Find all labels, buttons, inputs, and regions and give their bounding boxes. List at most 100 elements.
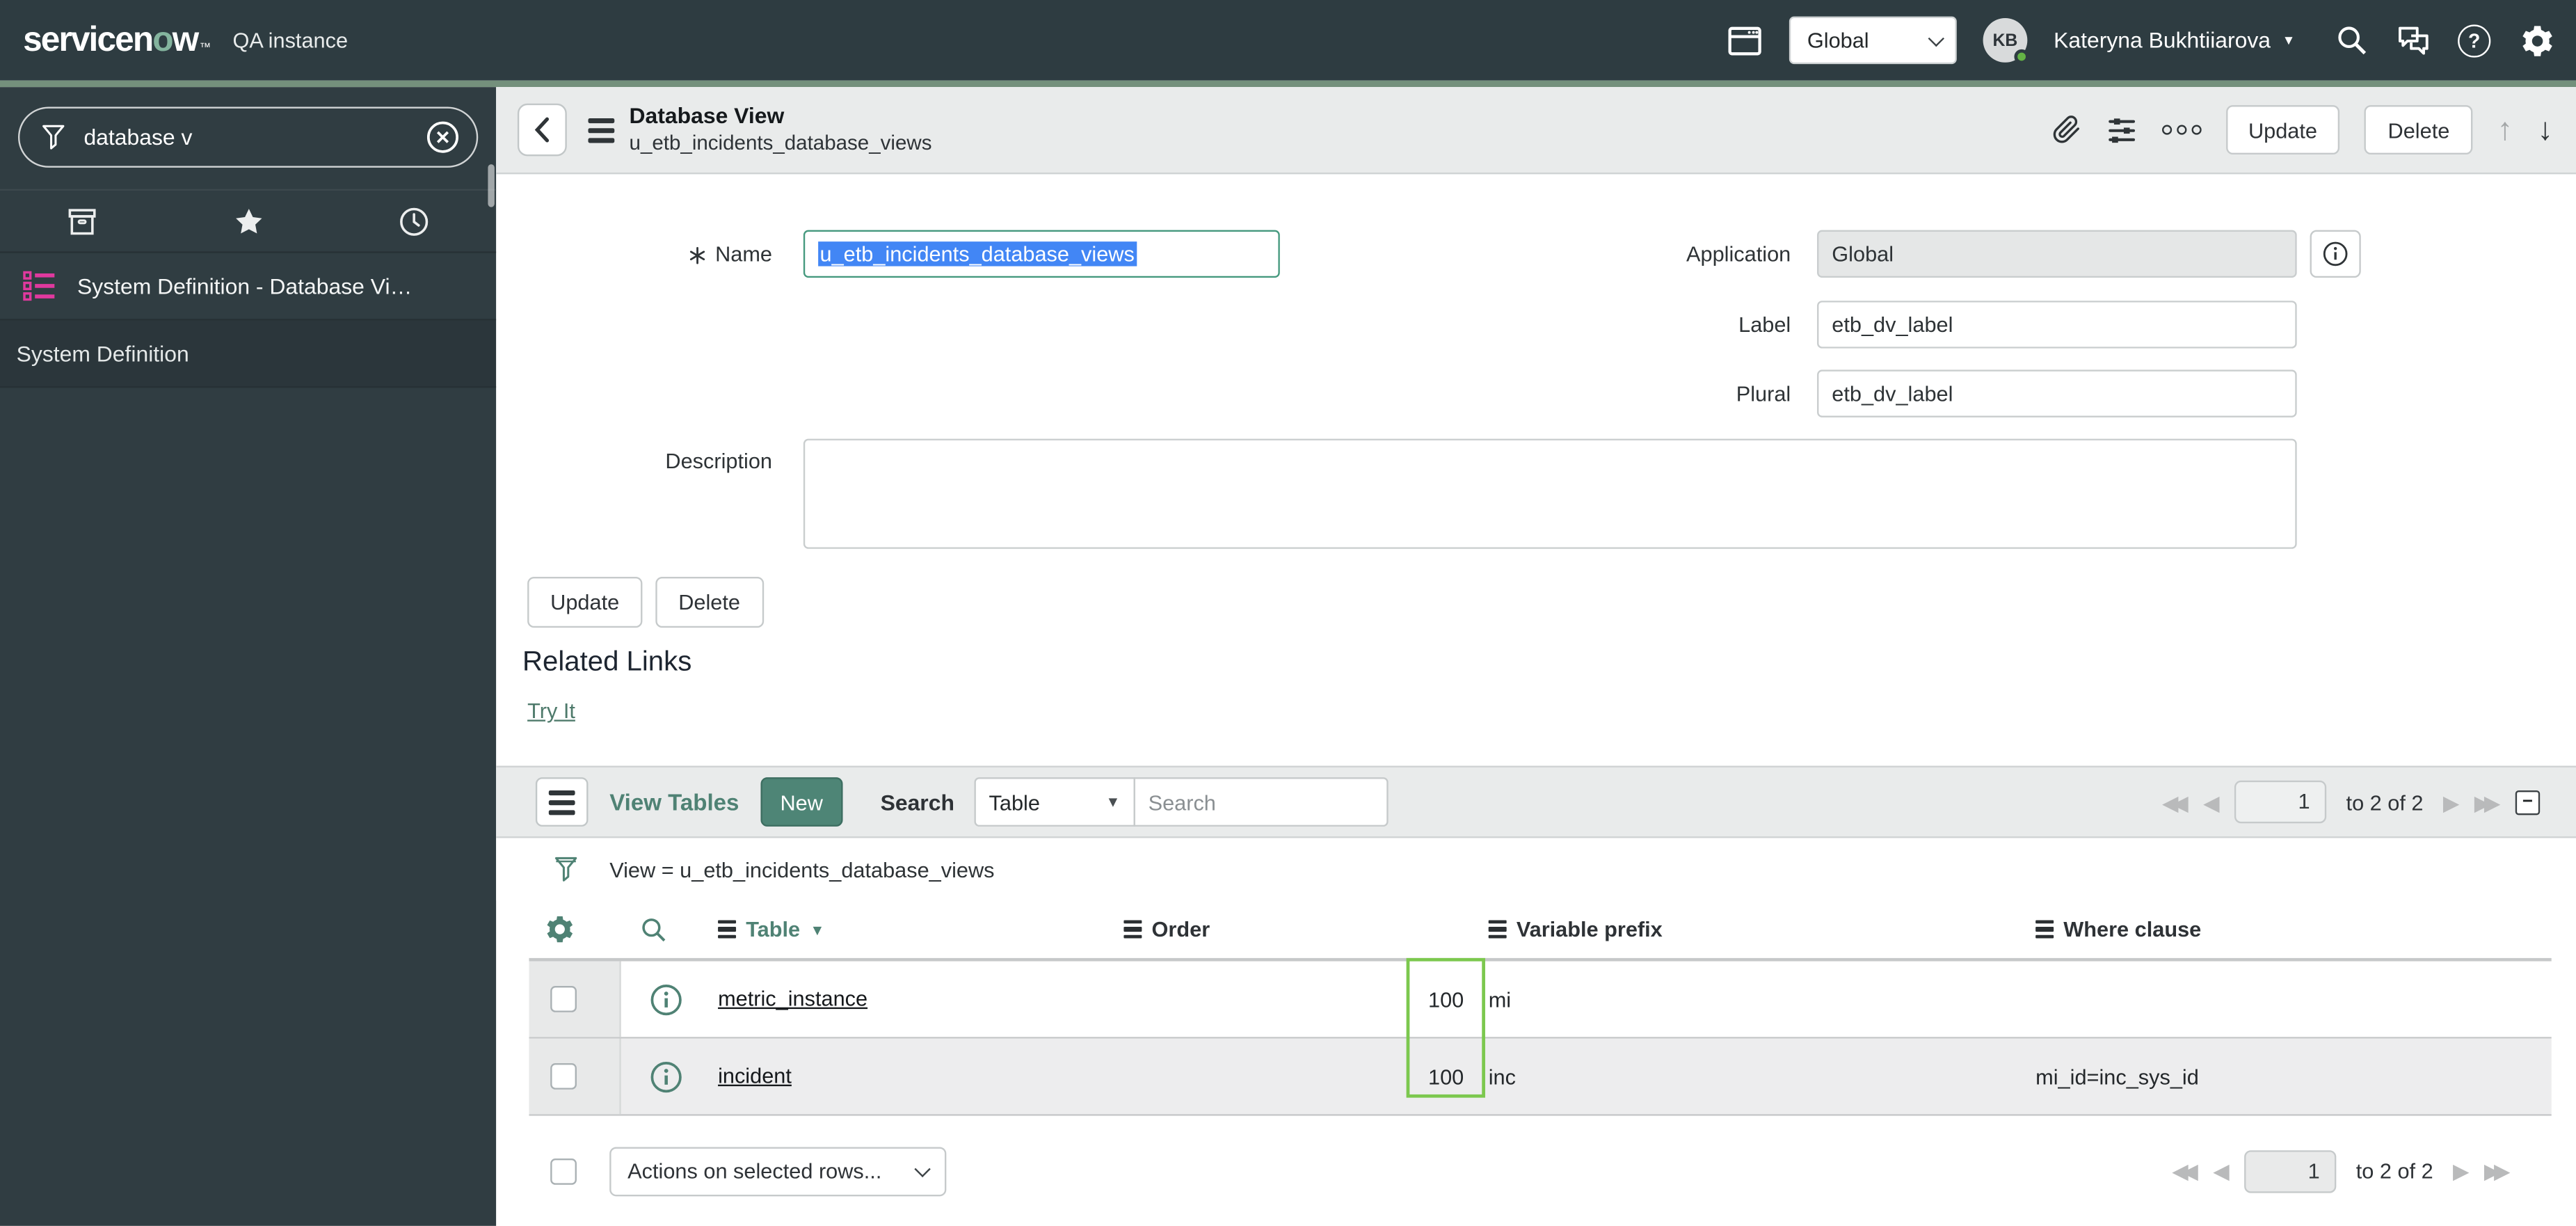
order-cell[interactable]: 100 <box>1123 1064 1469 1088</box>
navigator-filter[interactable] <box>18 107 478 168</box>
sidebar-scrollbar[interactable] <box>488 164 494 207</box>
list-search-input[interactable] <box>1133 777 1388 827</box>
description-textarea[interactable] <box>803 439 2297 549</box>
column-header-table[interactable]: Table ▼ <box>685 917 1124 941</box>
tab-favorites[interactable] <box>166 191 331 251</box>
settings-gear-icon[interactable] <box>2517 22 2553 58</box>
list-title[interactable]: View Tables <box>609 789 739 815</box>
row-info-icon[interactable] <box>621 982 685 1017</box>
column-header-where-clause[interactable]: Where clause <box>2016 917 2552 941</box>
next-record-icon[interactable]: ↓ <box>2538 114 2553 145</box>
application-window-icon[interactable] <box>1727 24 1763 56</box>
logo-text: servicen <box>23 21 152 61</box>
record-form: Name u_etb_incidents_database_views Appl… <box>496 174 2576 765</box>
actions-on-selected-rows-select[interactable]: Actions on selected rows... <box>609 1146 946 1195</box>
view-tables-list: View Tables New Search Table ▼ ◀◀ ◀ 1 to… <box>496 766 2576 1197</box>
page-number-input[interactable]: 1 <box>2234 781 2326 823</box>
first-page-icon[interactable]: ◀◀ <box>2162 791 2189 813</box>
help-icon[interactable]: ? <box>2458 24 2490 56</box>
row-select-cell <box>529 1039 621 1115</box>
previous-record-icon[interactable]: ↑ <box>2497 114 2513 145</box>
avatar[interactable]: KB <box>1983 18 2028 63</box>
record-link[interactable]: incident <box>718 1063 792 1088</box>
chat-icon[interactable] <box>2395 23 2431 58</box>
record-header: Database View u_etb_incidents_database_v… <box>496 87 2576 174</box>
more-options-icon[interactable] <box>2161 125 2201 134</box>
row-info-icon[interactable] <box>621 1059 685 1094</box>
row-checkbox[interactable] <box>550 986 577 1012</box>
name-field-label: Name <box>496 230 772 278</box>
update-button-header[interactable]: Update <box>2225 105 2340 154</box>
label-field-label: Label <box>1462 301 1791 348</box>
collapse-list-icon[interactable]: − <box>2515 790 2540 814</box>
new-button[interactable]: New <box>760 777 842 827</box>
logo-trademark: ™ <box>200 42 210 54</box>
first-page-icon[interactable]: ◀◀ <box>2172 1160 2198 1181</box>
filter-condition-text[interactable]: View = u_etb_incidents_database_views <box>609 857 994 882</box>
row-range-label: to 2 of 2 <box>2356 1159 2433 1183</box>
attachment-paperclip-icon[interactable] <box>2051 113 2081 146</box>
record-name: u_etb_incidents_database_views <box>630 131 932 157</box>
variable-prefix-cell[interactable]: inc <box>1469 1064 2015 1088</box>
record-titles: Database View u_etb_incidents_database_v… <box>630 103 932 157</box>
previous-page-icon[interactable]: ◀ <box>2213 1160 2230 1181</box>
selected-text: u_etb_incidents_database_views <box>818 241 1136 266</box>
back-button[interactable] <box>518 104 567 157</box>
user-menu[interactable]: Kateryna Bukhtiiarova ▼ <box>2054 28 2295 52</box>
label-input[interactable]: etb_dv_label <box>1817 301 2297 348</box>
column-header-variable-prefix[interactable]: Variable prefix <box>1469 917 2015 941</box>
personalize-form-icon[interactable] <box>2106 114 2137 145</box>
logo-o: o <box>152 21 172 61</box>
online-status-dot <box>2014 49 2029 64</box>
funnel-icon[interactable] <box>554 854 578 884</box>
select-all-checkbox[interactable] <box>550 1158 577 1184</box>
tab-history[interactable] <box>331 191 497 251</box>
mandatory-icon <box>689 246 707 264</box>
application-scope-select[interactable]: Global <box>1789 17 1957 64</box>
last-page-icon[interactable]: ▶▶ <box>2474 791 2501 813</box>
last-page-icon[interactable]: ▶▶ <box>2484 1160 2511 1181</box>
list-search-icon[interactable] <box>621 914 685 944</box>
form-context-menu-icon[interactable] <box>588 118 614 142</box>
sidebar-item-database-views[interactable]: System Definition - Database Vi… <box>0 253 496 321</box>
record-link[interactable]: metric_instance <box>718 986 867 1010</box>
description-field-label: Description <box>496 445 772 478</box>
row-checkbox[interactable] <box>550 1063 577 1090</box>
update-button[interactable]: Update <box>527 577 642 628</box>
list-pagination-bottom: ◀◀ ◀ 1 to 2 of 2 ▶ ▶▶ <box>2172 1149 2510 1192</box>
sidebar-section-label: System Definition <box>17 341 189 365</box>
search-label: Search <box>881 790 954 814</box>
plural-input[interactable]: etb_dv_label <box>1817 369 2297 417</box>
where-clause-cell[interactable]: mi_id=inc_sys_id <box>2016 1064 2552 1088</box>
search-icon[interactable] <box>2335 23 2369 58</box>
caret-down-icon: ▼ <box>1105 794 1120 811</box>
column-header-order[interactable]: Order <box>1123 917 1469 941</box>
delete-button-header[interactable]: Delete <box>2365 105 2472 154</box>
search-field-select[interactable]: Table ▼ <box>974 777 1135 827</box>
name-input[interactable]: u_etb_incidents_database_views <box>803 230 1280 278</box>
scope-value: Global <box>1807 28 1869 52</box>
sidebar-section-system-definition[interactable]: System Definition <box>0 321 496 388</box>
list-personalize-gear-icon[interactable] <box>529 914 621 945</box>
clear-filter-icon[interactable] <box>426 120 461 154</box>
plural-field-label: Plural <box>1462 369 1791 417</box>
list-context-menu-button[interactable] <box>536 777 589 827</box>
next-page-icon[interactable]: ▶ <box>2453 1160 2470 1181</box>
try-it-link[interactable]: Try It <box>527 699 575 723</box>
application-navigator: System Definition - Database Vi… System … <box>0 87 496 1226</box>
servicenow-logo: servicenow™ <box>23 21 209 61</box>
application-info-button[interactable] <box>2310 230 2361 278</box>
tab-all-applications[interactable] <box>0 191 166 251</box>
next-page-icon[interactable]: ▶ <box>2443 791 2460 813</box>
previous-page-icon[interactable]: ◀ <box>2203 791 2220 813</box>
delete-button[interactable]: Delete <box>655 577 763 628</box>
order-cell[interactable]: 100 <box>1123 987 1469 1011</box>
application-input: Global <box>1817 230 2297 278</box>
variable-prefix-cell[interactable]: mi <box>1469 987 2015 1011</box>
list-toolbar: View Tables New Search Table ▼ ◀◀ ◀ 1 to… <box>496 766 2576 838</box>
list-table: Table ▼ Order Variable prefix Where clau… <box>529 900 2551 1115</box>
page-number-input[interactable]: 1 <box>2244 1149 2336 1192</box>
row-range-label: to 2 of 2 <box>2346 790 2424 814</box>
navigator-filter-input[interactable] <box>81 123 426 151</box>
servicenow-app: servicenow™ QA instance Global KB Katery… <box>0 0 2576 1226</box>
